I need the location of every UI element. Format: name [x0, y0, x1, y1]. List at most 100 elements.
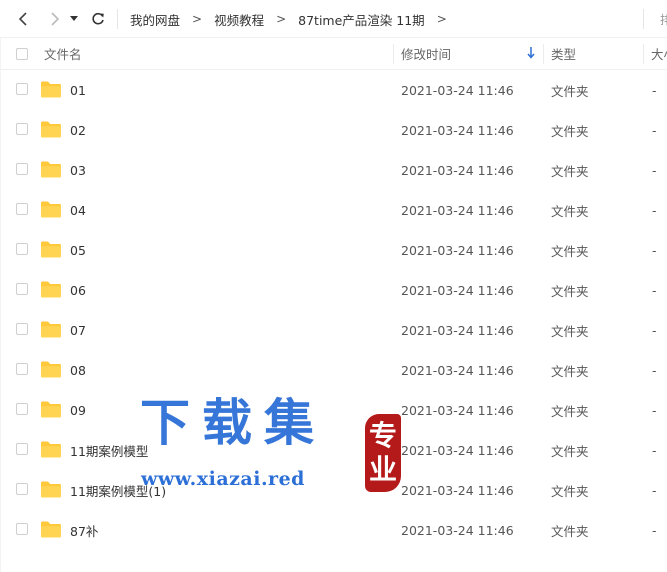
refresh-icon [92, 12, 104, 25]
file-name[interactable]: 11期案例模型 [70, 430, 148, 470]
back-button[interactable] [13, 8, 35, 30]
table-row[interactable]: 02 2021-03-24 11:46 文件夹 - [0, 110, 667, 150]
modified-date: 2021-03-24 11:46 [401, 202, 514, 218]
file-size: - [652, 482, 657, 498]
forward-button[interactable] [43, 8, 65, 30]
file-type: 文件夹 [551, 163, 589, 179]
caret-down-icon [70, 16, 78, 21]
column-header-size[interactable]: 大小 [651, 38, 667, 69]
breadcrumb-separator: > [192, 12, 203, 26]
folder-icon [41, 241, 61, 258]
file-type: 文件夹 [551, 363, 589, 379]
row-checkbox[interactable] [16, 403, 28, 415]
breadcrumb: 我的网盘 > 视频教程 > 87time产品渲染 11期 > [130, 0, 459, 38]
file-size: - [652, 162, 657, 178]
row-checkbox[interactable] [16, 163, 28, 175]
table-row[interactable]: 01 2021-03-24 11:46 文件夹 - [0, 70, 667, 110]
row-checkbox[interactable] [16, 243, 28, 255]
chevron-left-icon [18, 12, 27, 26]
folder-icon [41, 481, 61, 498]
folder-icon [41, 521, 61, 538]
file-type: 文件夹 [551, 403, 589, 419]
file-type: 文件夹 [551, 323, 589, 339]
file-type: 文件夹 [551, 283, 589, 299]
column-header-type[interactable]: 类型 [551, 38, 576, 69]
column-resize-handle[interactable] [543, 44, 544, 64]
file-type: 文件夹 [551, 243, 589, 259]
column-resize-handle[interactable] [393, 44, 394, 64]
modified-date: 2021-03-24 11:46 [401, 162, 514, 178]
folder-icon [41, 121, 61, 138]
column-resize-handle[interactable] [643, 44, 644, 64]
modified-date: 2021-03-24 11:46 [401, 322, 514, 338]
table-row[interactable]: 05 2021-03-24 11:46 文件夹 - [0, 230, 667, 270]
file-name[interactable]: 87补 [70, 510, 98, 550]
modified-date: 2021-03-24 11:46 [401, 442, 514, 458]
row-checkbox[interactable] [16, 203, 28, 215]
breadcrumb-item-current[interactable]: 87time产品渲染 11期 [298, 10, 425, 29]
row-checkbox[interactable] [16, 123, 28, 135]
row-checkbox[interactable] [16, 483, 28, 495]
breadcrumb-item-folder[interactable]: 视频教程 [214, 10, 264, 29]
file-list: 01 2021-03-24 11:46 文件夹 - 02 2021-03-24 … [0, 70, 667, 550]
row-checkbox[interactable] [16, 443, 28, 455]
modified-date: 2021-03-24 11:46 [401, 242, 514, 258]
history-dropdown-button[interactable] [67, 8, 81, 30]
nav-divider [117, 9, 118, 29]
row-checkbox[interactable] [16, 363, 28, 375]
column-header-name[interactable]: 文件名 [44, 38, 82, 69]
refresh-button[interactable] [87, 8, 109, 30]
watermark-seal: 专 业 [365, 414, 401, 492]
file-name[interactable]: 04 [70, 190, 86, 230]
file-size: - [652, 82, 657, 98]
folder-icon [41, 441, 61, 458]
breadcrumb-item-root[interactable]: 我的网盘 [130, 10, 180, 29]
table-row[interactable]: 09 2021-03-24 11:46 文件夹 - [0, 390, 667, 430]
file-name[interactable]: 05 [70, 230, 86, 270]
chevron-right-icon [51, 12, 60, 26]
sort-toggle[interactable]: 排 [660, 11, 667, 28]
file-name[interactable]: 06 [70, 270, 86, 310]
breadcrumb-separator: > [436, 12, 447, 26]
table-row[interactable]: 11期案例模型(1) 2021-03-24 11:46 文件夹 - [0, 470, 667, 510]
table-row[interactable]: 11期案例模型 2021-03-24 11:46 文件夹 - [0, 430, 667, 470]
table-row[interactable]: 03 2021-03-24 11:46 文件夹 - [0, 150, 667, 190]
file-name[interactable]: 08 [70, 350, 86, 390]
file-size: - [652, 402, 657, 418]
file-name[interactable]: 09 [70, 390, 86, 430]
file-name[interactable]: 03 [70, 150, 86, 190]
column-header-modified[interactable]: 修改时间 [401, 38, 451, 69]
table-row[interactable]: 08 2021-03-24 11:46 文件夹 - [0, 350, 667, 390]
file-size: - [652, 122, 657, 138]
file-type: 文件夹 [551, 123, 589, 139]
file-name[interactable]: 07 [70, 310, 86, 350]
row-checkbox[interactable] [16, 283, 28, 295]
table-row[interactable]: 07 2021-03-24 11:46 文件夹 - [0, 310, 667, 350]
file-size: - [652, 362, 657, 378]
folder-icon [41, 161, 61, 178]
modified-date: 2021-03-24 11:46 [401, 82, 514, 98]
table-row[interactable]: 87补 2021-03-24 11:46 文件夹 - [0, 510, 667, 550]
folder-icon [41, 361, 61, 378]
folder-icon [41, 281, 61, 298]
arrow-down-icon[interactable] [527, 47, 535, 59]
folder-icon [41, 321, 61, 338]
file-size: - [652, 202, 657, 218]
table-header: 文件名 修改时间 类型 大小 [0, 38, 667, 70]
file-name[interactable]: 01 [70, 70, 86, 110]
row-checkbox[interactable] [16, 83, 28, 95]
table-row[interactable]: 06 2021-03-24 11:46 文件夹 - [0, 270, 667, 310]
row-checkbox[interactable] [16, 323, 28, 335]
watermark-url: www.xiazai.red [141, 468, 305, 490]
select-all-checkbox[interactable] [16, 48, 28, 60]
nav-bar: 我的网盘 > 视频教程 > 87time产品渲染 11期 > 排 [0, 0, 667, 38]
table-row[interactable]: 04 2021-03-24 11:46 文件夹 - [0, 190, 667, 230]
modified-date: 2021-03-24 11:46 [401, 122, 514, 138]
file-name[interactable]: 02 [70, 110, 86, 150]
folder-icon [41, 201, 61, 218]
folder-icon [41, 81, 61, 98]
file-type: 文件夹 [551, 443, 589, 459]
file-size: - [652, 282, 657, 298]
row-checkbox[interactable] [16, 523, 28, 535]
file-size: - [652, 442, 657, 458]
